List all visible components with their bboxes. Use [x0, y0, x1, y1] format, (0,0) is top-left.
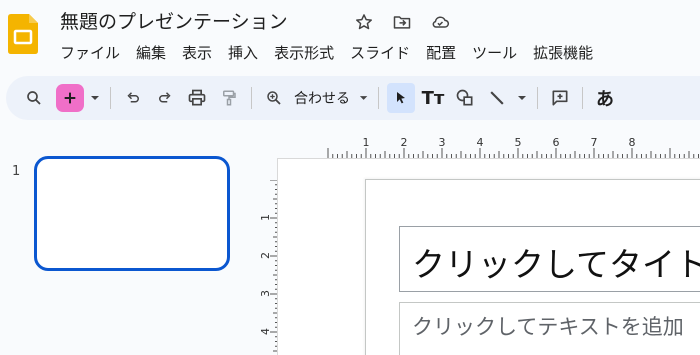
ruler-label: 4 — [477, 136, 484, 149]
ruler-label: 7 — [591, 136, 598, 149]
toolbar-divider — [378, 87, 379, 109]
slide-thumbnail[interactable] — [34, 156, 230, 271]
document-title[interactable]: 無題のプレゼンテーション — [60, 7, 288, 34]
menu-extensions[interactable]: 拡張機能 — [525, 38, 601, 67]
menu-arrange[interactable]: 配置 — [418, 38, 464, 67]
menu-tools[interactable]: ツール — [464, 38, 525, 67]
undo-icon[interactable] — [119, 83, 147, 113]
ruler-label: 6 — [553, 136, 560, 149]
toolbar-divider — [582, 87, 583, 109]
text-box-button[interactable]: Tт — [419, 83, 447, 113]
menu-edit[interactable]: 編集 — [128, 38, 174, 67]
toolbar-divider — [110, 87, 111, 109]
add-comment-icon[interactable] — [546, 83, 574, 113]
title-placeholder[interactable]: クリックしてタイトルを追加 — [399, 226, 700, 292]
toolbar-divider — [537, 87, 538, 109]
toolbar-divider — [251, 87, 252, 109]
new-slide-button[interactable] — [56, 84, 84, 112]
horizontal-ruler[interactable]: 1 2 3 4 5 6 7 8 — [276, 134, 700, 158]
ruler-label: 2 — [401, 136, 408, 149]
ruler-label: 4 — [259, 328, 272, 335]
shape-icon[interactable] — [451, 83, 479, 113]
select-tool-button[interactable] — [387, 83, 415, 113]
toolbar: 合わせる Tт あ — [6, 76, 700, 120]
line-icon[interactable] — [483, 83, 511, 113]
slide-number: 1 — [12, 164, 21, 179]
redo-icon[interactable] — [151, 83, 179, 113]
ruler-label: 1 — [363, 136, 370, 149]
plus-icon — [64, 92, 76, 104]
cloud-saved-icon[interactable] — [428, 10, 452, 34]
menu-file[interactable]: ファイル — [52, 38, 128, 67]
search-menus-icon[interactable] — [20, 83, 48, 113]
chevron-down-icon — [359, 96, 368, 100]
menu-bar: ファイル 編集 表示 挿入 表示形式 スライド 配置 ツール 拡張機能 — [52, 38, 601, 67]
ruler-label: 8 — [629, 136, 636, 149]
star-icon[interactable] — [352, 10, 376, 34]
cursor-icon — [397, 92, 405, 104]
slides-logo[interactable] — [8, 14, 38, 54]
ruler-label: 2 — [259, 252, 272, 259]
zoom-label: 合わせる — [294, 91, 350, 107]
input-tools-button[interactable]: あ — [591, 83, 619, 113]
menu-view[interactable]: 表示 — [174, 38, 220, 67]
menu-slide[interactable]: スライド — [342, 38, 418, 67]
paint-format-icon[interactable] — [215, 83, 243, 113]
zoom-select[interactable]: 合わせる — [290, 88, 372, 108]
print-icon[interactable] — [183, 83, 211, 113]
menu-format[interactable]: 表示形式 — [266, 38, 342, 67]
line-dropdown-icon[interactable] — [515, 83, 529, 113]
ruler-label: 1 — [259, 214, 272, 221]
zoom-icon[interactable] — [260, 83, 288, 113]
ruler-label: 3 — [439, 136, 446, 149]
ruler-label: 3 — [259, 290, 272, 297]
vertical-ruler[interactable]: 1 2 3 4 — [256, 180, 278, 355]
menu-insert[interactable]: 挿入 — [220, 38, 266, 67]
move-to-folder-icon[interactable] — [390, 10, 414, 34]
ruler-label: 5 — [515, 136, 522, 149]
body-placeholder[interactable]: クリックしてテキストを追加 — [399, 302, 700, 355]
new-slide-dropdown-icon[interactable] — [88, 83, 102, 113]
